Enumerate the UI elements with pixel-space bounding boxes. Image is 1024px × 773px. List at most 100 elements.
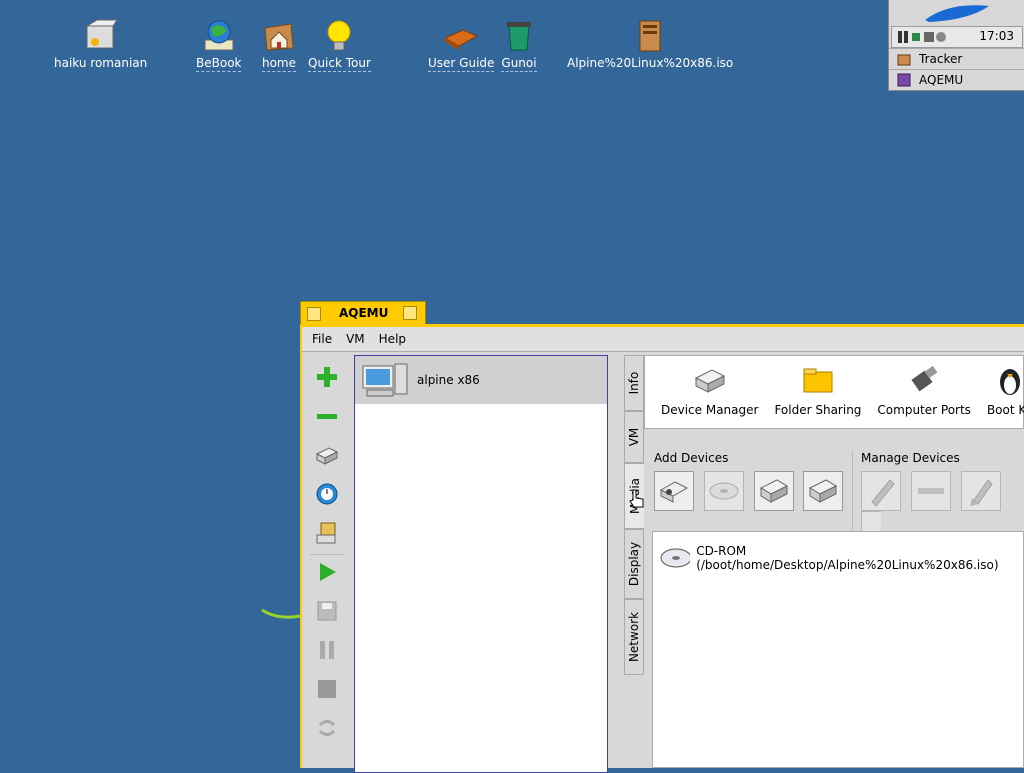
- disk-button[interactable]: [310, 438, 344, 472]
- desktop-icon-label: BeBook: [196, 56, 242, 72]
- desktop-icon-label: Quick Tour: [308, 56, 371, 72]
- window-title: AQEMU: [339, 306, 389, 320]
- desktop-icon-bebook[interactable]: BeBook: [196, 18, 242, 72]
- tool-label: Folder Sharing: [774, 403, 862, 417]
- add-vm-button[interactable]: [310, 360, 344, 394]
- boot-kernel-button[interactable]: Boot Ke: [987, 356, 1024, 428]
- cdrom-icon: [660, 548, 691, 568]
- haiku-leaf-icon: [925, 5, 989, 22]
- menu-vm[interactable]: VM: [346, 332, 365, 346]
- save-icon: [317, 601, 337, 621]
- close-button[interactable]: [307, 307, 321, 321]
- desktop-icon-gunoi[interactable]: Gunoi: [501, 18, 537, 72]
- save-state-button[interactable]: [310, 594, 344, 628]
- usb-icon: [911, 365, 938, 392]
- tux-icon: [999, 369, 1020, 395]
- add-hdd-button[interactable]: [753, 471, 794, 511]
- add-devices-group: Add Devices: [654, 451, 849, 511]
- vm-toolbar: [306, 355, 348, 771]
- desktop-icon-home[interactable]: home: [261, 18, 297, 72]
- pause-vm-button[interactable]: [310, 633, 344, 667]
- clock-icon: [316, 483, 338, 505]
- menu-help[interactable]: Help: [379, 332, 406, 346]
- drive-icon: [809, 479, 838, 503]
- tab-network[interactable]: Network: [624, 599, 644, 675]
- hdd-icon: [759, 479, 788, 503]
- device-manager-button[interactable]: Device Manager: [661, 356, 758, 428]
- stop-vm-button[interactable]: [310, 672, 344, 706]
- computer-icon: [362, 363, 408, 397]
- book-icon: [443, 18, 479, 54]
- device-list: CD-ROM (/boot/home/Desktop/Alpine%20Linu…: [652, 531, 1024, 768]
- window-title-tab[interactable]: AQEMU: [300, 301, 426, 325]
- vm-list: alpine x86: [354, 355, 608, 773]
- tab-label: Network: [627, 611, 641, 663]
- tool-label: Computer Ports: [877, 403, 971, 417]
- minus-icon: [317, 414, 337, 419]
- iso-file-icon: [632, 18, 668, 54]
- add-drive-button[interactable]: [803, 471, 844, 511]
- side-tabs: Info VM Media Display Network: [624, 355, 644, 685]
- folder-sharing-button[interactable]: Folder Sharing: [774, 356, 861, 428]
- trash-icon: [501, 18, 537, 54]
- remove-device-button[interactable]: [910, 471, 951, 511]
- desktop-icon-quick-tour[interactable]: Quick Tour: [308, 18, 371, 72]
- minus-icon: [917, 488, 944, 494]
- deskbar-leaf-menu[interactable]: [889, 0, 1024, 26]
- edit-device-button[interactable]: [861, 471, 901, 511]
- device-label: CD-ROM (/boot/home/Desktop/Alpine%20Linu…: [696, 544, 999, 572]
- deskbar-item-aqemu[interactable]: AQEMU: [889, 69, 1024, 90]
- play-icon: [320, 563, 336, 581]
- add-floppy-button[interactable]: [654, 471, 694, 511]
- cdrom-icon: [709, 482, 739, 500]
- aqemu-window: File VM Help alpine x86 Info VM Display …: [300, 324, 1024, 773]
- deskbar-item-tracker[interactable]: Tracker: [889, 48, 1024, 69]
- deskbar-item-label: AQEMU: [919, 73, 964, 87]
- rocket-icon: [969, 479, 993, 506]
- menu-file[interactable]: File: [312, 332, 332, 346]
- reset-vm-button[interactable]: [310, 711, 344, 745]
- remove-vm-button[interactable]: [310, 399, 344, 433]
- device-list-item[interactable]: CD-ROM (/boot/home/Desktop/Alpine%20Linu…: [653, 532, 1023, 572]
- device-tools-bar: Device Manager Folder Sharing Computer P…: [644, 355, 1024, 429]
- add-cdrom-button[interactable]: [703, 471, 744, 511]
- plus-icon: [317, 367, 337, 387]
- tab-label: Info: [627, 371, 641, 395]
- deskbar-item-label: Tracker: [919, 52, 963, 66]
- launch-device-button[interactable]: [960, 471, 1001, 511]
- aqemu-icon: [897, 73, 911, 87]
- media-panel: Device Manager Folder Sharing Computer P…: [644, 355, 1024, 768]
- tab-label: Display: [627, 541, 641, 587]
- hand-cursor-icon: [629, 489, 644, 508]
- start-vm-button[interactable]: [310, 554, 344, 589]
- manage-devices-label: Manage Devices: [861, 451, 960, 465]
- tab-display[interactable]: Display: [624, 529, 644, 599]
- computer-ports-button[interactable]: Computer Ports: [877, 356, 971, 428]
- floppy-drive-icon: [659, 481, 689, 503]
- tab-info[interactable]: Info: [624, 355, 644, 411]
- pencil-icon: [871, 479, 895, 507]
- globe-book-icon: [201, 18, 237, 54]
- vm-list-item[interactable]: alpine x86: [355, 356, 607, 404]
- desktop-icon-label: Alpine%20Linux%20x86.iso: [567, 56, 734, 70]
- desktop-icon-alpine-iso[interactable]: Alpine%20Linux%20x86.iso: [567, 18, 733, 71]
- system-tray: 17:03: [891, 26, 1023, 48]
- stop-icon: [318, 680, 336, 698]
- desktop-icon-label: haiku romanian: [54, 56, 148, 70]
- computer-wizard-button[interactable]: [310, 516, 344, 550]
- tab-label: VM: [627, 427, 641, 447]
- desktop-icon-label: User Guide: [428, 56, 495, 72]
- tracker-icon: [897, 54, 911, 66]
- vm-name: alpine x86: [417, 373, 480, 387]
- desktop-icon-user-guide[interactable]: User Guide: [428, 18, 495, 72]
- desktop-icon-haiku-romanian[interactable]: haiku romanian: [54, 18, 147, 71]
- pause-icon: [320, 641, 334, 659]
- drive-icon: [315, 447, 339, 465]
- clock[interactable]: 17:03: [979, 29, 1014, 43]
- clock-settings-button[interactable]: [310, 477, 344, 511]
- lightbulb-icon: [321, 18, 357, 54]
- refresh-icon: [318, 720, 336, 736]
- zoom-button[interactable]: [403, 306, 417, 320]
- folder-icon: [803, 368, 833, 393]
- tab-vm[interactable]: VM: [624, 411, 644, 463]
